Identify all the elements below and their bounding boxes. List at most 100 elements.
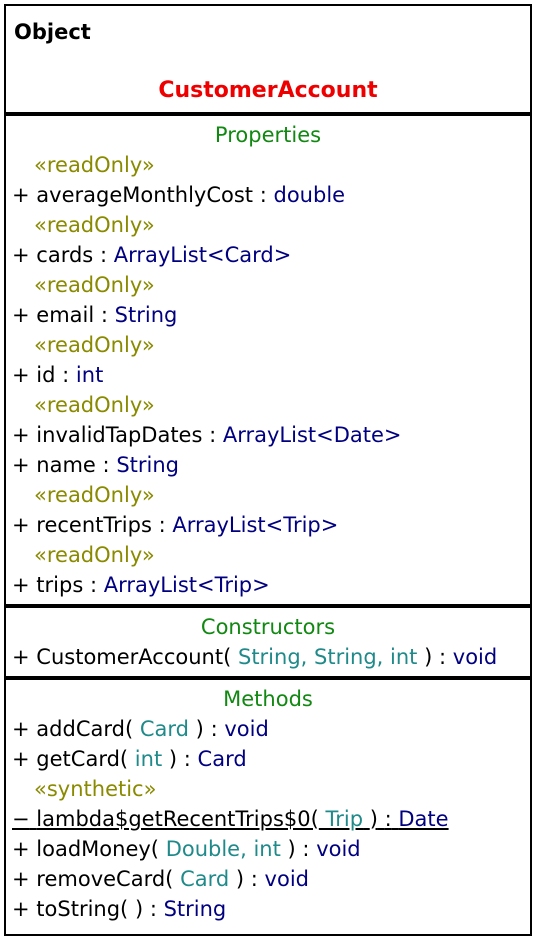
property-name: name <box>36 453 96 477</box>
type-separator: : <box>259 183 267 207</box>
property-type: ArrayList<Trip> <box>103 573 270 597</box>
parameter-list: Double, int <box>165 837 281 861</box>
close-paren: ) <box>369 807 378 831</box>
property-name: invalidTapDates <box>36 423 203 447</box>
operation-row: − lambda$getRecentTrips$0( Trip ) : Date <box>6 804 530 834</box>
parameter-list: int <box>134 747 163 771</box>
object-label: Object <box>14 20 91 44</box>
stereotype-label: «readOnly» <box>34 543 155 567</box>
type-separator: : <box>302 837 310 861</box>
constructors-list: + CustomerAccount( String, String, int )… <box>6 642 530 672</box>
operation-row: + loadMoney( Double, int ) : void <box>6 834 530 864</box>
visibility-marker: + <box>12 717 30 741</box>
visibility-marker: + <box>12 243 30 267</box>
type-separator: : <box>158 513 166 537</box>
operation-row: + toString( ) : String <box>6 894 530 924</box>
visibility-marker: − <box>12 807 30 831</box>
type-separator: : <box>250 867 258 891</box>
properties-list: «readOnly» + averageMonthlyCost : double «… <box>6 150 530 600</box>
operation-name: getCard( <box>36 747 129 771</box>
visibility-marker: + <box>12 645 30 669</box>
constructors-section: Constructors + CustomerAccount( String, … <box>6 608 530 676</box>
operation-name: removeCard( <box>36 867 174 891</box>
visibility-marker: + <box>12 747 30 771</box>
close-paren: ) <box>195 717 204 741</box>
visibility-marker: + <box>12 363 30 387</box>
property-name: id <box>36 363 56 387</box>
visibility-marker: + <box>12 837 30 861</box>
type-separator: : <box>62 363 70 387</box>
return-type: Date <box>398 807 449 831</box>
operation-name: lambda$getRecentTrips$0( <box>36 807 319 831</box>
visibility-marker: + <box>12 573 30 597</box>
operation-name: toString( <box>36 897 129 921</box>
property-name: averageMonthlyCost <box>36 183 254 207</box>
type-separator: : <box>439 645 447 669</box>
property-row: + email : String <box>6 300 530 330</box>
section-title-methods: Methods <box>223 687 313 711</box>
visibility-marker: + <box>12 513 30 537</box>
operation-row: + addCard( Card ) : void <box>6 714 530 744</box>
parameter-list: Trip <box>325 807 364 831</box>
property-type: String <box>114 303 178 327</box>
methods-list: + addCard( Card ) : void + getCard( int )… <box>6 714 530 924</box>
return-type: void <box>316 837 361 861</box>
return-type: void <box>224 717 269 741</box>
return-type: void <box>452 645 498 669</box>
property-type: ArrayList<Card> <box>113 243 292 267</box>
type-separator: : <box>89 573 98 597</box>
close-paren: ) <box>287 837 296 861</box>
property-row: + cards : ArrayList<Card> <box>6 240 530 270</box>
stereotype-label: «readOnly» <box>34 273 155 297</box>
section-title-properties: Properties <box>214 123 322 147</box>
class-name: CustomerAccount <box>158 78 378 103</box>
property-row: + invalidTapDates : ArrayList<Date> <box>6 420 530 450</box>
uml-class-box: Object CustomerAccount Properties «readO… <box>4 4 532 936</box>
parameter-list: Card <box>180 867 230 891</box>
property-name: recentTrips <box>36 513 152 537</box>
return-type: String <box>163 897 227 921</box>
property-row: + id : int <box>6 360 530 390</box>
property-row: + name : String <box>6 450 530 480</box>
property-type: ArrayList<Date> <box>222 423 402 447</box>
visibility-marker: + <box>12 897 30 921</box>
stereotype-label: «readOnly» <box>34 153 155 177</box>
visibility-marker: + <box>12 867 30 891</box>
property-row: + recentTrips : ArrayList<Trip> <box>6 510 530 540</box>
stereotype-label: «readOnly» <box>34 483 155 507</box>
type-separator: : <box>210 717 218 741</box>
property-type: double <box>273 183 346 207</box>
type-separator: : <box>100 303 108 327</box>
close-paren: ) <box>235 867 245 891</box>
operation-row: + getCard( int ) : Card <box>6 744 530 774</box>
property-type: ArrayList<Trip> <box>172 513 339 537</box>
property-row: + averageMonthlyCost : double <box>6 180 530 210</box>
property-name: trips <box>36 573 84 597</box>
return-type: Card <box>197 747 247 771</box>
stereotype-label: «readOnly» <box>34 213 155 237</box>
property-name: cards <box>36 243 94 267</box>
property-row: + trips : ArrayList<Trip> <box>6 570 530 600</box>
operation-row: + CustomerAccount( String, String, int )… <box>6 642 530 672</box>
type-separator: : <box>209 423 217 447</box>
properties-section: Properties «readOnly» + averageMonthlyCos… <box>6 116 530 604</box>
close-paren: ) <box>424 645 433 669</box>
methods-section: Methods + addCard( Card ) : void + getCar… <box>6 680 530 928</box>
visibility-marker: + <box>12 303 30 327</box>
operation-name: addCard( <box>36 717 134 741</box>
property-name: email <box>36 303 95 327</box>
visibility-marker: + <box>12 453 30 477</box>
stereotype-label: «readOnly» <box>34 393 155 417</box>
close-paren: ) <box>168 747 178 771</box>
close-paren: ) <box>134 897 144 921</box>
type-separator: : <box>384 807 392 831</box>
operation-row: + removeCard( Card ) : void <box>6 864 530 894</box>
property-type: String <box>116 453 179 477</box>
class-header: Object CustomerAccount <box>6 6 530 112</box>
operation-name: CustomerAccount( <box>36 645 232 669</box>
operation-name: loadMoney( <box>36 837 159 861</box>
stereotype-label: «readOnly» <box>34 333 155 357</box>
type-separator: : <box>102 453 110 477</box>
stereotype-label: «synthetic» <box>34 777 157 801</box>
visibility-marker: + <box>12 423 30 447</box>
